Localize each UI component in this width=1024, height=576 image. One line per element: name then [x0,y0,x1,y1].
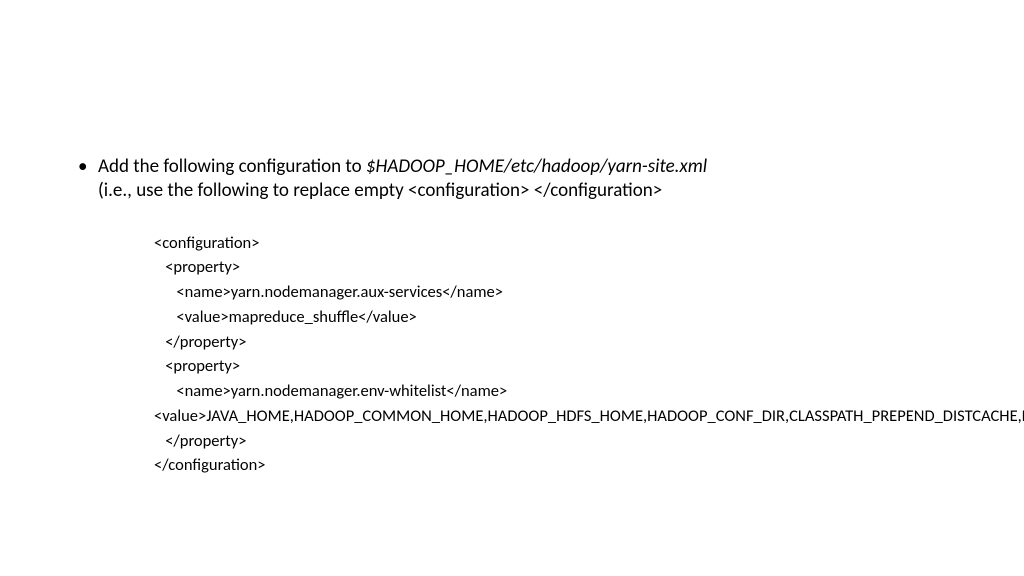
code-line: </property> [154,429,964,454]
code-line: <property> [154,255,964,280]
code-line: <name>yarn.nodemanager.env-whitelist</na… [154,379,964,404]
bullet-path: $HADOOP_HOME/etc/hadoop/yarn-site.xml [366,155,707,178]
code-line: </property> [154,330,964,355]
bullet-text-pre: Add the following configuration to [98,155,366,178]
bullet-item: • Add the following configuration to $HA… [60,155,964,203]
code-line: <value>mapreduce_shuffle</value> [154,305,964,330]
code-line: <value>JAVA_HOME,HADOOP_COMMON_HOME,HADO… [154,404,964,429]
bullet-text-post: (i.e., use the following to replace empt… [98,179,662,202]
code-block: <configuration> <property> <name>yarn.no… [154,231,964,479]
code-line: <name>yarn.nodemanager.aux-services</nam… [154,280,964,305]
bullet-marker: • [60,155,98,203]
bullet-content: Add the following configuration to $HADO… [98,155,964,203]
code-line: <configuration> [154,231,964,256]
code-line: </configuration> [154,453,964,478]
code-line: <property> [154,354,964,379]
